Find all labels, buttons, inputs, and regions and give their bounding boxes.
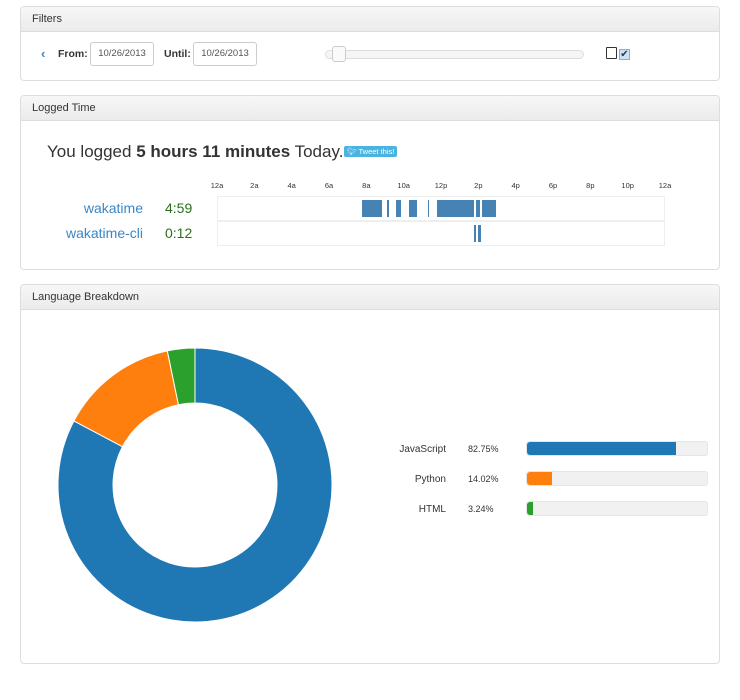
language-percent: 3.24% <box>468 504 494 514</box>
language-bar-fill <box>527 472 553 485</box>
language-bar-fill <box>527 502 533 515</box>
language-bar-fill <box>527 442 676 455</box>
language-donut-chart <box>57 347 333 623</box>
language-bar <box>526 441 708 456</box>
language-percent: 14.02% <box>468 474 499 484</box>
language-bar <box>526 501 708 516</box>
language-name: JavaScript <box>399 444 446 455</box>
language-bar <box>526 471 708 486</box>
language-name: Python <box>414 474 446 485</box>
language-percent: 82.75% <box>468 444 499 454</box>
language-name: HTML <box>418 504 446 515</box>
